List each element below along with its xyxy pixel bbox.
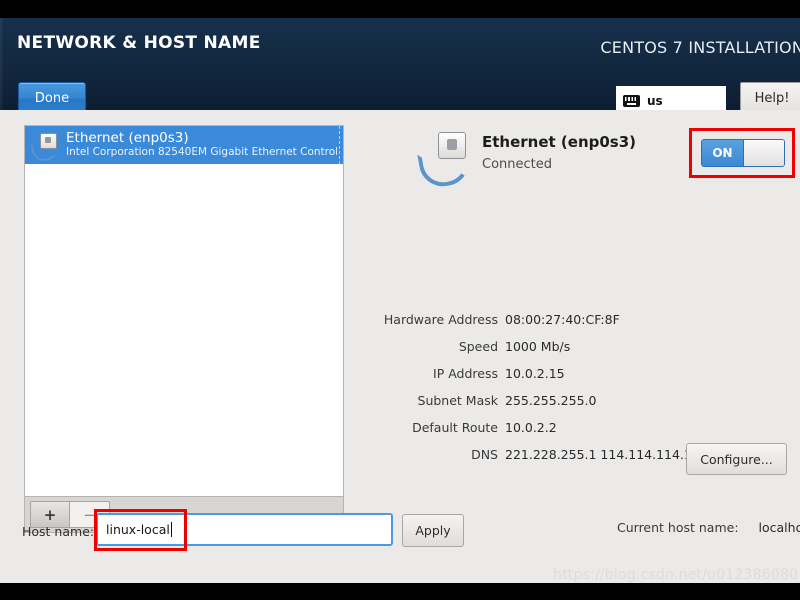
- apply-button-label: Apply: [415, 523, 450, 538]
- apply-button[interactable]: Apply: [402, 514, 464, 547]
- toggle-knob[interactable]: [743, 140, 784, 166]
- list-scrollbar[interactable]: [339, 126, 343, 164]
- detail-value: 10.0.2.2: [505, 414, 557, 441]
- configure-button[interactable]: Configure...: [686, 443, 787, 475]
- device-description: Intel Corporation 82540EM Gigabit Ethern…: [66, 146, 337, 159]
- add-device-label: +: [44, 506, 57, 524]
- table-row: Speed 1000 Mb/s: [355, 333, 795, 360]
- done-button[interactable]: Done: [18, 82, 86, 110]
- top-black-bar: [0, 0, 800, 18]
- detail-value: 10.0.2.15: [505, 360, 565, 387]
- details-device-name: Ethernet (enp0s3): [482, 132, 636, 152]
- detail-label: IP Address: [355, 360, 505, 387]
- network-device-list[interactable]: Ethernet (enp0s3) Intel Corporation 8254…: [24, 125, 344, 497]
- detail-label: DNS: [355, 441, 505, 468]
- detail-value: 08:00:27:40:CF:8F: [505, 306, 620, 333]
- detail-label: Default Route: [355, 414, 505, 441]
- help-button-label: Help!: [755, 91, 790, 106]
- done-button-label: Done: [35, 91, 69, 106]
- toggle-annotation-box: ON: [689, 128, 795, 178]
- table-row: Hardware Address 08:00:27:40:CF:8F: [355, 306, 795, 333]
- table-row: IP Address 10.0.2.15: [355, 360, 795, 387]
- device-name: Ethernet (enp0s3): [66, 131, 337, 146]
- page-title: NETWORK & HOST NAME: [17, 33, 261, 53]
- keyboard-layout-indicator[interactable]: us: [616, 86, 726, 110]
- current-hostname-value: localhost: [759, 520, 800, 535]
- keyboard-layout-label: us: [647, 94, 663, 108]
- header-banner: NETWORK & HOST NAME Done CENTOS 7 INSTAL…: [0, 18, 800, 110]
- details-connection-status: Connected: [482, 155, 636, 175]
- configure-button-label: Configure...: [700, 452, 773, 467]
- keyboard-icon: [623, 95, 640, 107]
- toggle-state-label: ON: [702, 140, 743, 166]
- installation-title: CENTOS 7 INSTALLATION: [600, 38, 800, 57]
- list-item[interactable]: Ethernet (enp0s3) Intel Corporation 8254…: [25, 126, 343, 164]
- bottom-black-bar: [0, 583, 800, 600]
- text-cursor: [171, 522, 172, 537]
- detail-label: Hardware Address: [355, 306, 505, 333]
- detail-value: 221.228.255.1 114.114.114.114: [505, 441, 708, 468]
- help-button[interactable]: Help!: [740, 82, 800, 110]
- detail-value: 1000 Mb/s: [505, 333, 570, 360]
- table-row: Subnet Mask 255.255.255.0: [355, 387, 795, 414]
- installer-screen: NETWORK & HOST NAME Done CENTOS 7 INSTAL…: [0, 0, 800, 600]
- hostname-input-value: linux-local: [106, 522, 170, 537]
- current-hostname: Current host name: localhost: [617, 520, 800, 535]
- device-details-header: Ethernet (enp0s3) Connected: [420, 130, 636, 182]
- current-hostname-label: Current host name:: [617, 520, 739, 535]
- detail-label: Speed: [355, 333, 505, 360]
- network-cable-icon: [32, 132, 58, 158]
- detail-value: 255.255.255.0: [505, 387, 596, 414]
- network-cable-icon: [420, 130, 472, 182]
- hostname-label: Host name:: [22, 522, 94, 542]
- table-row: Default Route 10.0.2.2: [355, 414, 795, 441]
- remove-device-label: −: [83, 506, 96, 524]
- main-content: Ethernet (enp0s3) Intel Corporation 8254…: [0, 110, 800, 600]
- network-enable-toggle[interactable]: ON: [701, 139, 785, 167]
- hostname-input[interactable]: linux-local: [96, 513, 393, 546]
- watermark: https://blog.csdn.net/u012386080: [553, 567, 798, 583]
- detail-label: Subnet Mask: [355, 387, 505, 414]
